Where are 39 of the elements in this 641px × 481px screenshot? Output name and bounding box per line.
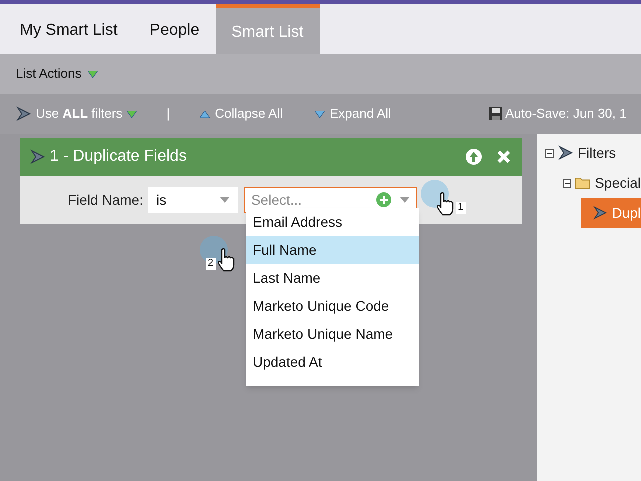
dropdown-option[interactable]: Updated At [246,348,419,376]
tree-item[interactable]: Special [563,168,641,198]
collapse-toggle-icon[interactable] [545,148,554,158]
close-icon[interactable] [496,149,512,165]
funnel-icon [30,149,46,165]
dropdown-option[interactable]: Full Name [246,236,419,264]
dropdown-option[interactable]: Marketo Unique Name [246,320,419,348]
collapse-toggle-icon[interactable] [563,178,572,188]
filter-title: 1 - Duplicate Fields [50,147,188,167]
field-label: Field Name: [68,190,144,210]
callout-number: 1 [456,202,466,214]
caret-icon [88,70,98,78]
caret-icon [220,197,230,203]
hand-cursor-icon [435,192,455,216]
funnel-icon [16,106,32,122]
operator-dropdown[interactable]: is [148,187,238,213]
tab[interactable]: People [134,4,216,54]
move-up-icon[interactable] [466,149,482,165]
tree-label: Special [595,174,641,193]
hand-cursor-icon [216,248,236,272]
toolbar-separator: | [166,105,170,124]
caret-icon [126,110,137,118]
tree-label: Dupl [612,204,641,223]
autosave-status: Auto-Save: Jun 30, 1 [505,105,627,124]
callout-number: 2 [206,258,216,270]
select-placeholder: Select... [251,190,304,210]
tree-label: Filters [578,144,616,162]
funnel-icon [558,145,574,161]
caret-icon[interactable] [400,197,410,203]
funnel-icon [593,205,608,221]
expand-icon [315,110,326,118]
tab[interactable]: My Smart List [4,4,134,54]
dropdown-option[interactable]: Marketo Unique Code [246,292,419,320]
tree-item[interactable]: Filters [545,138,641,168]
collapse-icon [200,110,210,118]
list-actions-menu[interactable]: List Actions [16,64,98,84]
add-icon[interactable] [376,192,392,208]
folder-icon [575,176,592,190]
dropdown-option[interactable]: Last Name [246,264,419,292]
